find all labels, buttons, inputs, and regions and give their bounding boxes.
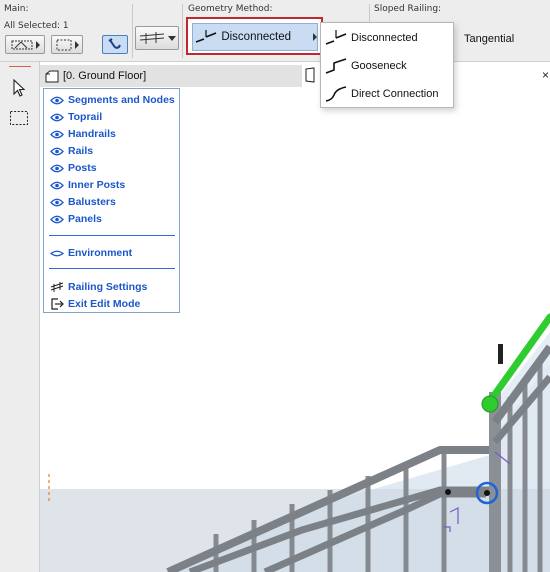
geometry-method-value: Disconnected (221, 31, 291, 43)
eye-closed-icon (50, 247, 64, 259)
geometry-method-label: Geometry Method: (188, 4, 273, 14)
railing-type-button[interactable] (135, 26, 179, 50)
exit-icon (50, 298, 64, 310)
nav-item-label: Balusters (68, 196, 116, 208)
disconnected-icon (193, 28, 219, 46)
marquee-caret-icon (74, 40, 79, 49)
infobox-divider (132, 4, 133, 58)
eye-icon (50, 111, 64, 123)
close-view-icon[interactable]: × (542, 68, 549, 82)
info-box: Main: All Selected: 1 Geometry Method: D… (0, 0, 550, 62)
nav-item-label: Segments and Nodes (68, 94, 175, 106)
nav-item-label: Environment (68, 247, 133, 259)
eye-icon (50, 145, 64, 157)
gravity-button[interactable] (102, 35, 128, 54)
nav-item-label: Posts (68, 162, 97, 174)
nav-item-label: Inner Posts (68, 179, 126, 191)
nav-item-environment[interactable]: Environment (50, 245, 132, 261)
railing-tool-caret-icon (35, 40, 40, 49)
nav-item-posts[interactable]: Posts (50, 160, 97, 176)
eye-icon (50, 94, 64, 106)
menu-item-disconnected[interactable]: Disconnected (321, 25, 453, 51)
nav-item-label: Toprail (68, 111, 103, 123)
marquee-tool-button[interactable] (6, 106, 32, 130)
geometry-method-menu: Disconnected Gooseneck Direct Connection (320, 22, 454, 108)
3d-window-icon[interactable] (304, 67, 318, 83)
eye-icon (50, 179, 64, 191)
eye-icon (50, 128, 64, 140)
nav-divider (49, 268, 175, 269)
arrow-tool-button[interactable] (6, 76, 32, 100)
railing-edit-panel: Segments and Nodes Toprail Handrails Rai… (43, 88, 180, 313)
direct-connection-icon (321, 83, 351, 105)
marquee-select-button[interactable] (51, 35, 83, 54)
nav-item-label: Rails (68, 145, 94, 157)
nav-item-balusters[interactable]: Balusters (50, 194, 116, 210)
arrow-cursor-icon (12, 79, 26, 97)
gooseneck-icon (321, 55, 351, 77)
railing-type-caret-icon (167, 35, 176, 41)
eye-icon (50, 196, 64, 208)
toolbox (0, 62, 40, 572)
sloped-railing-label: Sloped Railing: (374, 4, 442, 14)
floor-plan-icon (45, 70, 59, 83)
nav-item-toprail[interactable]: Toprail (50, 109, 102, 125)
marquee-icon (56, 39, 72, 51)
nav-item-label: Handrails (68, 128, 116, 140)
nav-item-inner-posts[interactable]: Inner Posts (50, 177, 125, 193)
nav-item-label: Railing Settings (68, 281, 148, 293)
infobox-divider (182, 4, 183, 58)
menu-item-label: Disconnected (351, 32, 418, 44)
sloped-railing-value[interactable]: Tangential (464, 33, 514, 45)
nav-item-exit-edit-mode[interactable]: Exit Edit Mode (50, 296, 140, 312)
geometry-method-selected[interactable]: Disconnected (192, 23, 318, 51)
menu-item-label: Gooseneck (351, 60, 407, 72)
toolbox-marker (9, 66, 31, 67)
eye-icon (50, 213, 64, 225)
geometry-method-button[interactable]: Disconnected (186, 17, 323, 55)
railing-tool-icon (11, 39, 33, 51)
submenu-arrow-icon (313, 33, 317, 41)
nav-item-label: Panels (68, 213, 102, 225)
all-selected-label: All Selected: 1 (4, 21, 69, 31)
nav-item-handrails[interactable]: Handrails (50, 126, 116, 142)
marquee-tool-icon (9, 110, 29, 126)
railing-tool-button[interactable] (5, 35, 45, 54)
magnet-icon (107, 37, 123, 52)
railing-pattern-icon (139, 31, 165, 45)
nav-item-railing-settings[interactable]: Railing Settings (50, 279, 147, 295)
nav-item-label: Exit Edit Mode (68, 298, 141, 310)
menu-item-direct-connection[interactable]: Direct Connection (321, 81, 453, 107)
nav-divider (49, 235, 175, 236)
view-tab[interactable]: [0. Ground Floor] (40, 65, 302, 87)
disconnected-icon (321, 27, 351, 49)
menu-item-gooseneck[interactable]: Gooseneck (321, 53, 453, 79)
nav-item-panels[interactable]: Panels (50, 211, 102, 227)
railing-settings-icon (50, 281, 64, 293)
nav-item-rails[interactable]: Rails (50, 143, 93, 159)
menu-item-label: Direct Connection (351, 88, 439, 100)
eye-icon (50, 162, 64, 174)
nav-item-segments-and-nodes[interactable]: Segments and Nodes (50, 92, 175, 108)
main-section-label: Main: (4, 4, 29, 14)
view-tab-title: [0. Ground Floor] (63, 70, 147, 82)
